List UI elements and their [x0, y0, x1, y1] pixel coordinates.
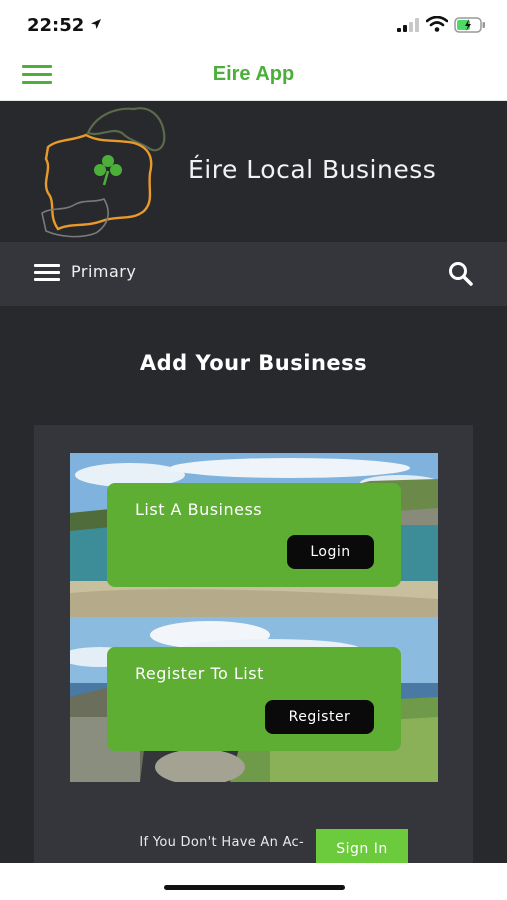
status-bar: 22:52 [0, 0, 507, 50]
site-header: Éire Local Business [0, 101, 507, 242]
register-list-card: Register To List Register [107, 647, 401, 751]
content-box: List A Business Login Register To List R… [34, 425, 473, 863]
login-button[interactable]: Login [287, 535, 374, 569]
signal-icon [397, 18, 419, 32]
list-business-card: List A Business Login [107, 483, 401, 587]
app-bar: Eire App [0, 50, 507, 101]
primary-menu-label[interactable]: Primary [71, 262, 136, 281]
card-label: Register To List [135, 664, 264, 683]
home-area [0, 863, 507, 900]
home-indicator[interactable] [164, 885, 345, 890]
ireland-map-logo[interactable] [38, 103, 168, 241]
page-title: Add Your Business [139, 351, 368, 375]
sign-in-button[interactable]: Sign In [316, 829, 408, 863]
signin-prompt: If You Don't Have An Ac- [139, 835, 304, 850]
wifi-icon [426, 16, 448, 32]
register-button[interactable]: Register [265, 700, 374, 734]
main-content: Add Your Business List A Business Login … [0, 306, 507, 863]
status-time: 22:52 [27, 15, 85, 36]
app-title: Eire App [212, 63, 295, 85]
battery-icon [454, 17, 485, 33]
search-icon[interactable] [447, 260, 475, 288]
location-arrow-icon [91, 19, 101, 29]
primary-nav: Primary [0, 242, 507, 306]
site-title: Éire Local Business [188, 155, 437, 184]
menu-icon[interactable] [34, 264, 60, 282]
card-label: List A Business [135, 500, 263, 519]
